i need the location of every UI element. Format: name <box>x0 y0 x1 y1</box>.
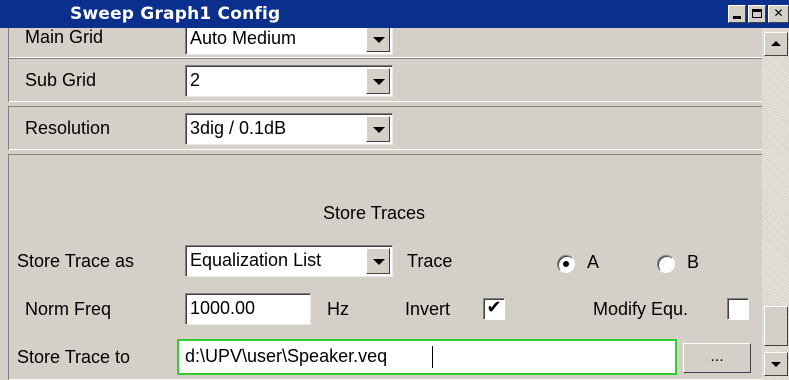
sub-grid-dropdown[interactable]: 2 <box>185 65 393 97</box>
main-grid-value: Auto Medium <box>190 28 297 48</box>
trace-b-radio[interactable] <box>657 255 675 273</box>
sub-grid-row: Sub Grid 2 <box>8 58 762 102</box>
norm-freq-unit: Hz <box>327 299 349 319</box>
vertical-scrollbar[interactable] <box>762 28 789 380</box>
text-cursor <box>432 346 433 368</box>
checkmark-icon: ✔ <box>486 297 502 318</box>
resolution-dropdown-button[interactable] <box>366 116 390 142</box>
config-content: Main Grid Auto Medium Sub Grid 2 Resolut… <box>0 28 762 380</box>
sub-grid-label: Sub Grid <box>25 70 97 90</box>
store-trace-to-value: d:\UPV\user\Speaker.veq <box>185 346 388 366</box>
modify-equ-label: Modify Equ. <box>593 299 689 319</box>
norm-freq-value: 1000.00 <box>190 298 256 318</box>
scroll-thumb[interactable] <box>764 306 788 346</box>
store-trace-to-input[interactable]: d:\UPV\user\Speaker.veq <box>177 339 677 375</box>
scroll-up-button[interactable] <box>764 32 788 56</box>
close-button[interactable]: ✕ <box>768 5 789 23</box>
invert-label: Invert <box>405 299 451 319</box>
minimize-button[interactable] <box>728 5 746 23</box>
main-grid-dropdown-button[interactable] <box>366 28 390 52</box>
browse-button[interactable]: ... <box>683 343 751 373</box>
norm-freq-input[interactable]: 1000.00 <box>185 293 311 325</box>
modify-equ-checkbox[interactable] <box>727 298 749 320</box>
main-grid-dropdown[interactable]: Auto Medium <box>185 28 393 55</box>
window-title: Sweep Graph1 Config <box>70 4 281 24</box>
close-icon: ✕ <box>773 6 784 20</box>
resolution-value: 3dig / 0.1dB <box>190 118 287 138</box>
trace-a-label: A <box>587 252 600 272</box>
resolution-dropdown[interactable]: 3dig / 0.1dB <box>185 113 393 145</box>
norm-freq-label: Norm Freq <box>25 299 112 319</box>
invert-checkbox[interactable]: ✔ <box>483 298 505 320</box>
maximize-icon <box>752 9 762 18</box>
sub-grid-value: 2 <box>190 70 201 90</box>
store-trace-to-label: Store Trace to <box>17 347 131 367</box>
minimize-icon <box>733 16 741 19</box>
sub-grid-dropdown-button[interactable] <box>366 68 390 94</box>
trace-a-radio[interactable] <box>557 255 575 273</box>
sweep-graph-config-window: Sweep Graph1 Config ✕ Main Grid Auto Med… <box>0 0 789 380</box>
store-trace-as-dropdown-button[interactable] <box>366 248 390 274</box>
store-trace-as-dropdown[interactable]: Equalization List <box>185 245 393 277</box>
store-trace-as-label: Store Trace as <box>17 251 135 271</box>
store-traces-heading: Store Traces <box>323 203 426 223</box>
trace-label: Trace <box>407 251 453 271</box>
resolution-row: Resolution 3dig / 0.1dB <box>8 106 762 150</box>
resolution-label: Resolution <box>25 118 111 138</box>
store-traces-section: Store Traces Store Trace as Equalization… <box>8 154 762 380</box>
title-bar[interactable]: Sweep Graph1 Config ✕ <box>0 0 789 28</box>
scroll-down-button[interactable] <box>764 352 788 376</box>
browse-label: ... <box>710 348 724 365</box>
main-grid-label: Main Grid <box>25 28 104 47</box>
maximize-button[interactable] <box>748 5 766 23</box>
store-trace-as-value: Equalization List <box>190 250 322 270</box>
main-grid-row: Main Grid Auto Medium <box>8 28 762 58</box>
trace-b-label: B <box>687 252 700 272</box>
